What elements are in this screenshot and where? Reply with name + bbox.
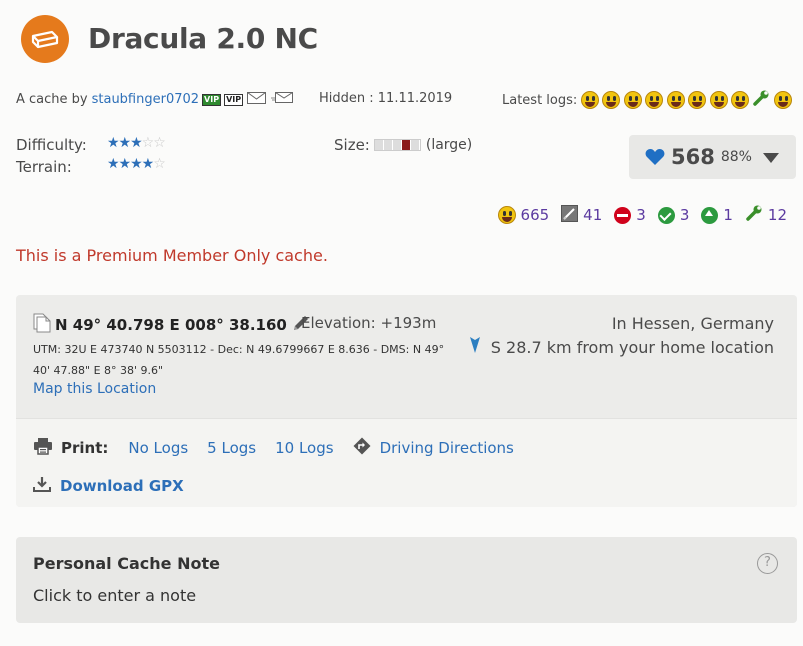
owner-link[interactable]: staubfinger0702: [92, 92, 199, 107]
driving-directions-link[interactable]: Driving Directions: [380, 439, 514, 457]
cache-type-icon: [21, 15, 69, 63]
distance-row: S 28.7 km from your home location: [469, 336, 774, 358]
message-icon[interactable]: [270, 91, 294, 108]
favorites-count: 568: [671, 145, 715, 169]
download-gpx-link[interactable]: Download GPX: [60, 477, 184, 495]
wrench-icon: [745, 204, 763, 226]
size-text: (large): [425, 137, 473, 153]
difficulty-label: Difficulty:: [16, 136, 87, 154]
note-title: Personal Cache Note: [33, 554, 220, 573]
found-icon: [497, 206, 516, 224]
direction-arrow-icon: [469, 336, 481, 358]
print-10-logs-link[interactable]: 10 Logs: [275, 439, 333, 457]
found-log-icon[interactable]: [688, 91, 707, 109]
owner-prefix: A cache by: [16, 92, 88, 107]
distance-text: S 28.7 km from your home location: [490, 337, 774, 357]
email-icon[interactable]: [247, 91, 267, 108]
found-log-icon[interactable]: [773, 91, 792, 109]
terrain-label: Terrain:: [16, 158, 72, 176]
dnf-count: 3: [636, 206, 646, 224]
coordinates-text: N 49° 40.798 E 008° 38.160: [55, 316, 287, 334]
needs-maintenance-count: 12: [767, 206, 787, 224]
vip-badge-icon: VIP: [202, 93, 222, 106]
utm-coordinates: UTM: 32U E 473740 N 5503112 - Dec: N 49.…: [33, 343, 445, 377]
found-log-icon[interactable]: [709, 91, 728, 109]
size-row: Size: (large): [334, 136, 472, 154]
document-icon: [33, 313, 51, 337]
found-log-icon[interactable]: [602, 91, 621, 109]
log-counts: 665 41 3 3 1 12: [497, 204, 787, 226]
premium-notice: This is a Premium Member Only cache.: [16, 246, 328, 265]
download-row: Download GPX: [33, 476, 184, 496]
found-log-icon[interactable]: [580, 91, 599, 109]
download-icon: [33, 476, 51, 496]
page-title: Dracula 2.0 NC: [88, 22, 318, 55]
favorites-percent: 88%: [720, 149, 752, 165]
latest-logs-label: Latest logs:: [502, 92, 578, 108]
found-log-icon[interactable]: [645, 91, 664, 109]
dnf-icon: [614, 206, 632, 224]
found-log-icon[interactable]: [666, 91, 685, 109]
print-row: Print: No Logs 5 Logs 10 Logs Driving Di…: [33, 437, 533, 459]
printer-icon: [33, 437, 53, 459]
location: In Hessen, Germany: [611, 314, 774, 333]
note-placeholder[interactable]: Click to enter a note: [33, 586, 196, 605]
difficulty-stars: ★★★☆☆: [107, 135, 166, 151]
wrench-log-icon[interactable]: [752, 89, 770, 111]
terrain-stars: ★★★★☆: [107, 156, 166, 172]
help-icon[interactable]: ?: [757, 553, 778, 574]
found-count: 665: [520, 206, 550, 224]
attended-count: 3: [679, 206, 690, 224]
arrow-up-icon: [701, 206, 719, 224]
map-location-link[interactable]: Map this Location: [33, 381, 156, 397]
chevron-down-icon[interactable]: [763, 153, 779, 163]
owner-line: A cache by staubfinger0702 VIP VIP: [16, 91, 294, 108]
hidden-date: Hidden : 11.11.2019: [319, 91, 453, 106]
print-label: Print:: [61, 439, 109, 457]
elevation: Elevation: +193m: [301, 314, 437, 332]
personal-note-panel[interactable]: [16, 537, 797, 623]
write-note-count: 41: [583, 206, 603, 224]
favorites-button[interactable]: 568 88%: [629, 135, 796, 179]
size-label: Size:: [334, 136, 370, 154]
coordinates-row: N 49° 40.798 E 008° 38.160: [33, 313, 310, 337]
print-5-logs-link[interactable]: 5 Logs: [207, 439, 256, 457]
write-note-icon: [561, 204, 579, 226]
print-no-logs-link[interactable]: No Logs: [128, 439, 188, 457]
directions-icon: [353, 437, 371, 459]
found-log-icon[interactable]: [623, 91, 642, 109]
check-icon: [657, 206, 675, 224]
size-meter-icon: [373, 139, 421, 151]
found-log-icon[interactable]: [731, 91, 750, 109]
heart-icon: [645, 149, 665, 165]
latest-logs: Latest logs:: [502, 89, 792, 111]
vip-list-icon: VIP: [224, 93, 244, 106]
owner-maintenance-count: 1: [723, 206, 733, 224]
